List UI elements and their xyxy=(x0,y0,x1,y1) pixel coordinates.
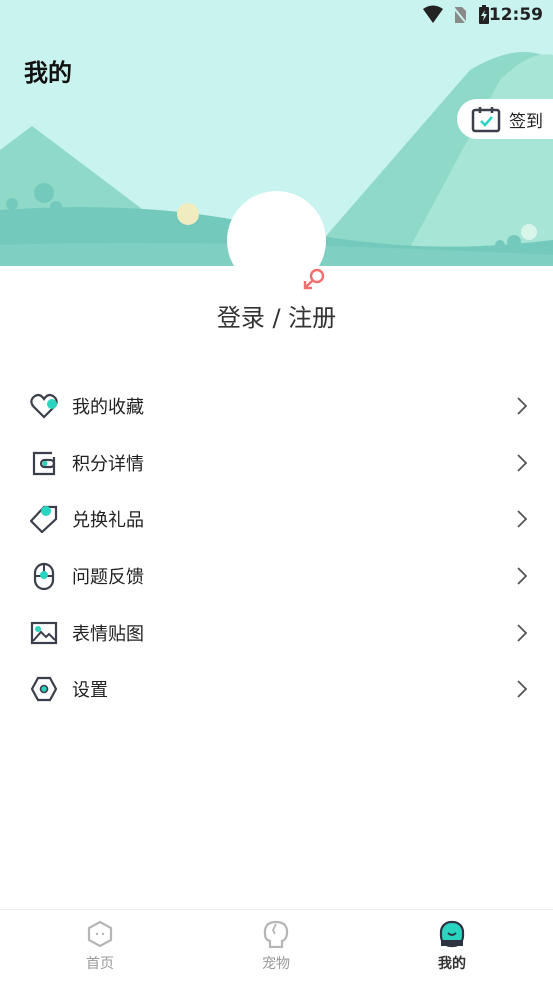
menu-item-redeem-gifts[interactable]: 兑换礼品 xyxy=(0,491,553,548)
checkin-label: 签到 xyxy=(509,111,543,132)
menu-item-feedback[interactable]: 问题反馈 xyxy=(0,548,553,605)
mouse-icon xyxy=(33,562,55,591)
chevron-right-icon xyxy=(517,680,527,698)
home-face-icon xyxy=(87,920,113,948)
tab-mine[interactable]: 我的 xyxy=(360,910,544,983)
image-icon xyxy=(30,621,58,644)
menu-item-label: 设置 xyxy=(72,680,108,702)
bottom-tab-bar: 首页 宠物 我的 xyxy=(0,909,553,983)
menu-item-label: 表情贴图 xyxy=(72,623,144,645)
hexagon-settings-icon xyxy=(30,677,58,702)
menu-item-label: 兑换礼品 xyxy=(72,510,144,532)
chevron-right-icon xyxy=(517,454,527,472)
menu-item-label: 问题反馈 xyxy=(72,567,144,589)
pet-egg-icon xyxy=(263,920,289,948)
tab-home[interactable]: 首页 xyxy=(8,910,192,983)
tag-icon xyxy=(30,506,58,534)
tab-pets[interactable]: 宠物 xyxy=(184,910,368,983)
tab-label: 宠物 xyxy=(262,956,290,972)
settings-menu: 我的收藏 积分详情 兑换礼品 问题反馈 表情贴图 设置 xyxy=(0,378,553,718)
chevron-right-icon xyxy=(517,397,527,415)
tab-label: 我的 xyxy=(438,956,466,972)
status-time: 12:59 xyxy=(488,5,543,25)
chevron-right-icon xyxy=(517,567,527,585)
chevron-right-icon xyxy=(517,510,527,529)
menu-item-stickers[interactable]: 表情贴图 xyxy=(0,604,553,661)
wifi-icon xyxy=(423,5,443,23)
menu-item-points[interactable]: 积分详情 xyxy=(0,435,553,492)
wallet-icon xyxy=(32,451,56,475)
female-gender-icon xyxy=(303,268,325,290)
menu-item-settings[interactable]: 设置 xyxy=(0,661,553,718)
no-sim-icon xyxy=(452,6,468,25)
menu-item-label: 积分详情 xyxy=(72,453,144,475)
heart-icon xyxy=(30,394,58,419)
menu-item-label: 我的收藏 xyxy=(72,397,144,419)
calendar-check-icon xyxy=(471,107,501,133)
checkin-button[interactable]: 签到 xyxy=(457,99,553,139)
page-title: 我的 xyxy=(24,59,72,87)
status-bar: 12:59 xyxy=(0,0,553,32)
menu-item-favorites[interactable]: 我的收藏 xyxy=(0,378,553,435)
tab-label: 首页 xyxy=(86,956,114,972)
profile-face-icon xyxy=(439,920,465,948)
login-register-link[interactable]: 登录 / 注册 xyxy=(0,298,553,333)
chevron-right-icon xyxy=(517,624,527,642)
